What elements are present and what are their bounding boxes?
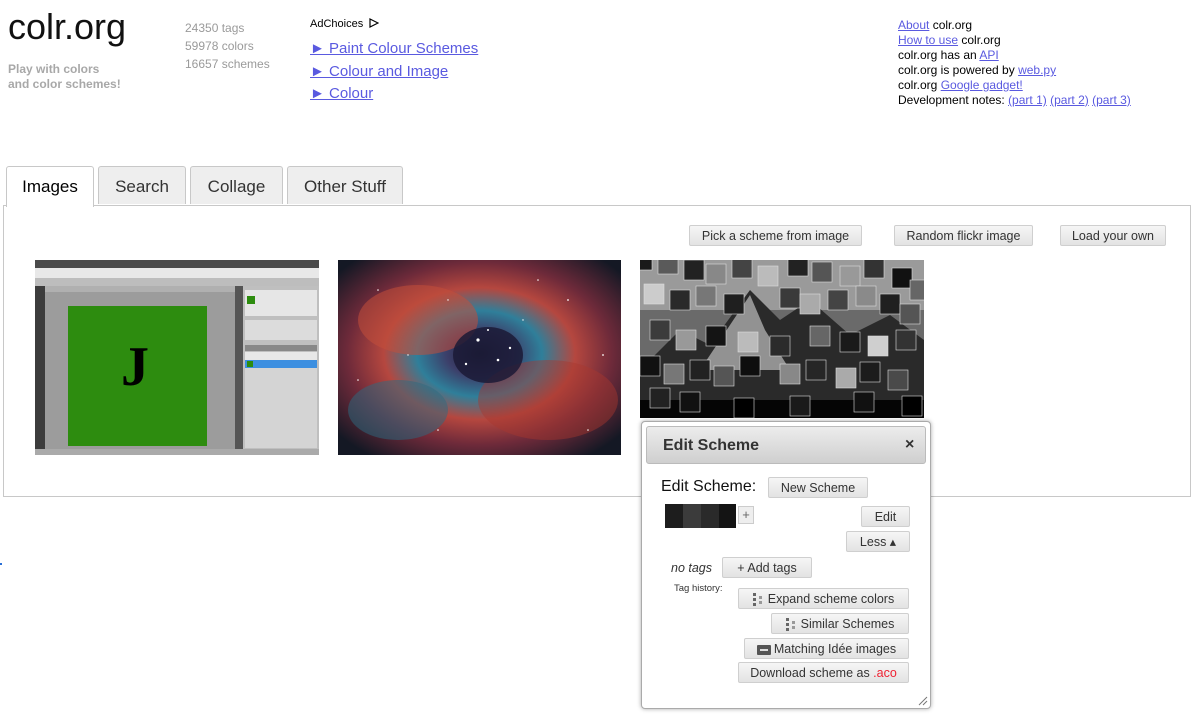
about-link[interactable]: About: [898, 18, 929, 32]
stat-colors: 59978 colors: [185, 39, 254, 53]
tab-search[interactable]: Search: [98, 166, 186, 204]
canvas-letter: J: [121, 336, 149, 398]
tagline: Play with colors and color schemes!: [8, 62, 121, 92]
download-label: Download scheme as: [750, 666, 874, 680]
expand-scheme-colors-button[interactable]: Expand scheme colors: [738, 588, 909, 609]
about-rest: colr.org: [929, 18, 973, 32]
tag-history-label: Tag history:: [674, 583, 723, 594]
edit-button[interactable]: Edit: [861, 506, 910, 527]
thumbnail-mountain-collage[interactable]: [640, 260, 924, 418]
no-tags-label: no tags: [671, 561, 713, 575]
tab-collage[interactable]: Collage: [190, 166, 283, 204]
stat-tags: 24350 tags: [185, 21, 245, 35]
random-flickr-button[interactable]: Random flickr image: [894, 225, 1033, 246]
gadget-prefix: colr.org: [898, 78, 941, 92]
load-your-own-button[interactable]: Load your own: [1060, 225, 1166, 246]
add-tags-button[interactable]: + Add tags: [722, 557, 812, 578]
idee-icon: [756, 644, 771, 655]
ad-link-paint-colour-schemes[interactable]: ► Paint Colour Schemes: [310, 40, 478, 57]
scheme-swatches[interactable]: [665, 504, 736, 528]
edit-scheme-label: Edit Scheme:: [661, 478, 757, 495]
google-gadget-link[interactable]: Google gadget!: [941, 78, 1023, 92]
adchoices-icon[interactable]: [369, 18, 380, 28]
dialog-titlebar[interactable]: Edit Scheme ×: [646, 426, 926, 464]
tagline-line1: Play with colors: [8, 62, 100, 76]
thumbnail-photoshop[interactable]: J: [35, 260, 319, 455]
add-color-icon[interactable]: +: [738, 506, 754, 524]
tab-other-stuff[interactable]: Other Stuff: [287, 166, 403, 204]
similar-icon: [785, 617, 795, 631]
photoshop-screenshot-image: J: [35, 260, 319, 455]
stray-dot: [0, 563, 2, 565]
expand-icon: [752, 592, 762, 606]
less-button[interactable]: Less ▴: [846, 531, 910, 552]
ad-link-colour-and-image[interactable]: ► Colour and Image: [310, 63, 448, 80]
close-icon[interactable]: ×: [905, 436, 914, 454]
matching-idee-images-button[interactable]: Matching Idée images: [744, 638, 909, 659]
mountain-collage-image: [640, 260, 924, 418]
ad-links: ► Paint Colour Schemes ► Colour and Imag…: [310, 38, 478, 106]
adchoices-text[interactable]: AdChoices: [310, 18, 363, 30]
how-to-use-link[interactable]: How to use: [898, 33, 958, 47]
dialog-title: Edit Scheme: [663, 437, 760, 454]
similar-label: Similar Schemes: [800, 617, 895, 631]
ad-link-colour[interactable]: ► Colour: [310, 85, 373, 102]
api-prefix: colr.org has an: [898, 48, 980, 62]
matching-label: Matching Idée images: [773, 642, 897, 656]
pick-scheme-button[interactable]: Pick a scheme from image: [689, 225, 862, 246]
site-stats: 24350 tags 59978 colors 16657 schemes: [185, 19, 270, 73]
new-scheme-button[interactable]: New Scheme: [768, 477, 868, 498]
webpy-prefix: colr.org is powered by: [898, 63, 1019, 77]
dev-notes-part3-link[interactable]: (part 3): [1092, 93, 1131, 107]
adchoices-label[interactable]: AdChoices: [310, 18, 380, 30]
site-info-links: About colr.org How to use colr.org colr.…: [898, 18, 1131, 108]
howto-rest: colr.org: [958, 33, 1001, 47]
scheme-swatch[interactable]: [665, 504, 683, 528]
download-aco-button[interactable]: Download scheme as .aco: [738, 662, 909, 683]
resize-grip-icon[interactable]: [918, 696, 928, 706]
tagline-line2: and color schemes!: [8, 77, 121, 91]
dev-notes-part2-link[interactable]: (part 2): [1050, 93, 1089, 107]
edit-scheme-dialog: Edit Scheme × Edit Scheme: New Scheme + …: [641, 421, 931, 709]
scheme-swatch[interactable]: [683, 504, 701, 528]
dev-notes-part1-link[interactable]: (part 1): [1008, 93, 1047, 107]
scheme-swatch[interactable]: [719, 504, 736, 528]
stat-schemes: 16657 schemes: [185, 57, 270, 71]
scheme-swatch[interactable]: [701, 504, 719, 528]
expand-label: Expand scheme colors: [767, 592, 895, 606]
webpy-link[interactable]: web.py: [1018, 63, 1056, 77]
nebula-image: [338, 260, 621, 455]
dev-notes-prefix: Development notes:: [898, 93, 1009, 107]
api-link[interactable]: API: [979, 48, 998, 62]
similar-schemes-button[interactable]: Similar Schemes: [771, 613, 909, 634]
site-logo[interactable]: colr.org: [8, 6, 126, 48]
thumbnail-nebula[interactable]: [338, 260, 621, 455]
aco-extension: .aco: [873, 666, 897, 680]
tab-images[interactable]: Images: [6, 166, 94, 207]
